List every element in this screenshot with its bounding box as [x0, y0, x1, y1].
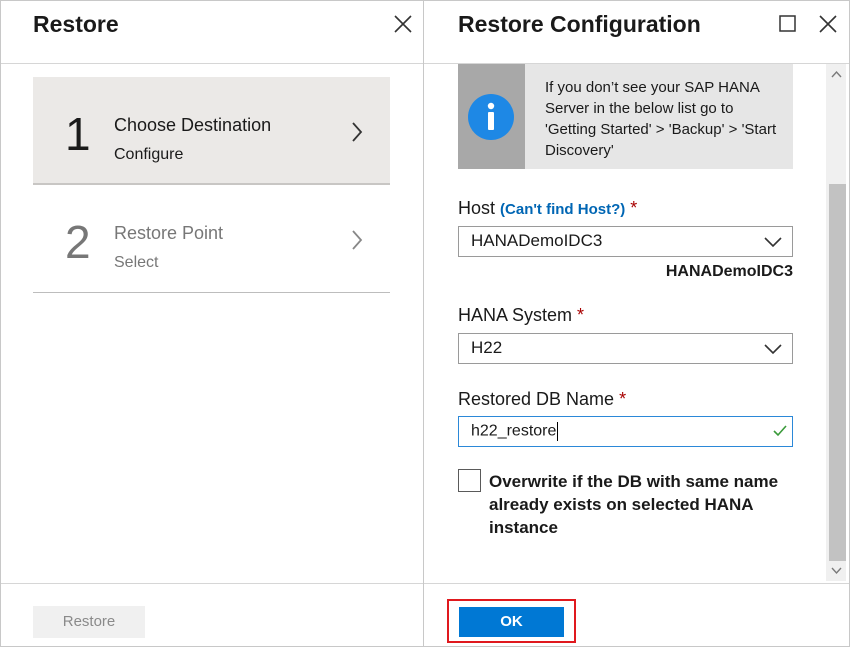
step-label: Choose Destination	[114, 115, 272, 135]
host-caption: HANADemoIDC3	[665, 263, 793, 280]
text-caret	[557, 422, 559, 441]
host-label: Host (Can't find Host?) *	[458, 198, 637, 219]
info-icon	[468, 94, 514, 140]
step-sublabel: Select	[114, 254, 159, 271]
chevron-down-icon	[764, 344, 782, 355]
info-text: If you don’t see your SAP HANA Server in…	[545, 79, 777, 159]
vertical-scrollbar[interactable]	[826, 64, 846, 581]
required-marker: *	[619, 389, 627, 409]
restore-configuration-blade: Restore Configuration If you don’t see y…	[424, 1, 849, 646]
header-divider	[1, 63, 423, 64]
restored-db-name-input[interactable]: h22_restore	[458, 416, 793, 447]
overwrite-checkbox[interactable]	[458, 469, 481, 492]
host-select-value: HANADemoIDC3	[471, 231, 603, 250]
footer-divider	[424, 583, 849, 584]
footer-divider	[1, 583, 423, 584]
restored-db-name-label-text: Restored DB Name	[458, 389, 615, 409]
hana-system-label-text: HANA System	[458, 305, 573, 325]
host-label-text: Host	[458, 198, 496, 218]
hana-system-select-value: H22	[471, 338, 503, 357]
step-number: 2	[65, 216, 91, 268]
restore-blade: Restore 1 Choose Destination Configure 2…	[1, 1, 424, 646]
check-icon	[773, 425, 787, 437]
maximize-icon[interactable]	[777, 13, 799, 35]
restore-configuration-title: Restore Configuration	[458, 11, 701, 37]
chevron-right-icon	[352, 230, 363, 250]
required-marker: *	[577, 305, 585, 325]
cant-find-host-link[interactable]: Can't find Host?	[505, 201, 620, 218]
ok-button-highlight: OK	[447, 599, 576, 643]
restore-window: Restore 1 Choose Destination Configure 2…	[0, 0, 850, 647]
chevron-right-icon	[352, 122, 363, 142]
hana-system-select[interactable]: H22	[458, 333, 793, 364]
restored-db-name-value: h22_restore	[471, 422, 559, 441]
close-icon[interactable]	[817, 13, 839, 35]
restored-db-name-label: Restored DB Name *	[458, 389, 626, 410]
required-marker: *	[630, 198, 638, 218]
scroll-up-icon[interactable]	[831, 70, 842, 78]
overwrite-checkbox-label: Overwrite if the DB with same name alrea…	[489, 472, 779, 537]
cant-find-host-link-close: )	[620, 201, 626, 218]
scrollbar-thumb[interactable]	[829, 184, 846, 561]
info-icon-column	[458, 64, 525, 169]
step-number: 1	[65, 108, 91, 160]
hana-system-label: HANA System *	[458, 305, 584, 326]
restore-blade-title: Restore	[33, 11, 119, 37]
chevron-down-icon	[764, 237, 782, 248]
close-icon[interactable]	[392, 13, 414, 35]
restore-button[interactable]: Restore	[33, 606, 145, 638]
host-select[interactable]: HANADemoIDC3	[458, 226, 793, 257]
step-label: Restore Point	[114, 223, 224, 243]
step-restore-point[interactable]: 2 Restore Point Select	[33, 185, 390, 293]
step-sublabel: Configure	[114, 146, 184, 163]
scroll-down-icon[interactable]	[831, 567, 842, 575]
ok-button[interactable]: OK	[459, 607, 564, 637]
step-choose-destination[interactable]: 1 Choose Destination Configure	[33, 77, 390, 185]
info-banner: If you don’t see your SAP HANA Server in…	[458, 64, 793, 169]
